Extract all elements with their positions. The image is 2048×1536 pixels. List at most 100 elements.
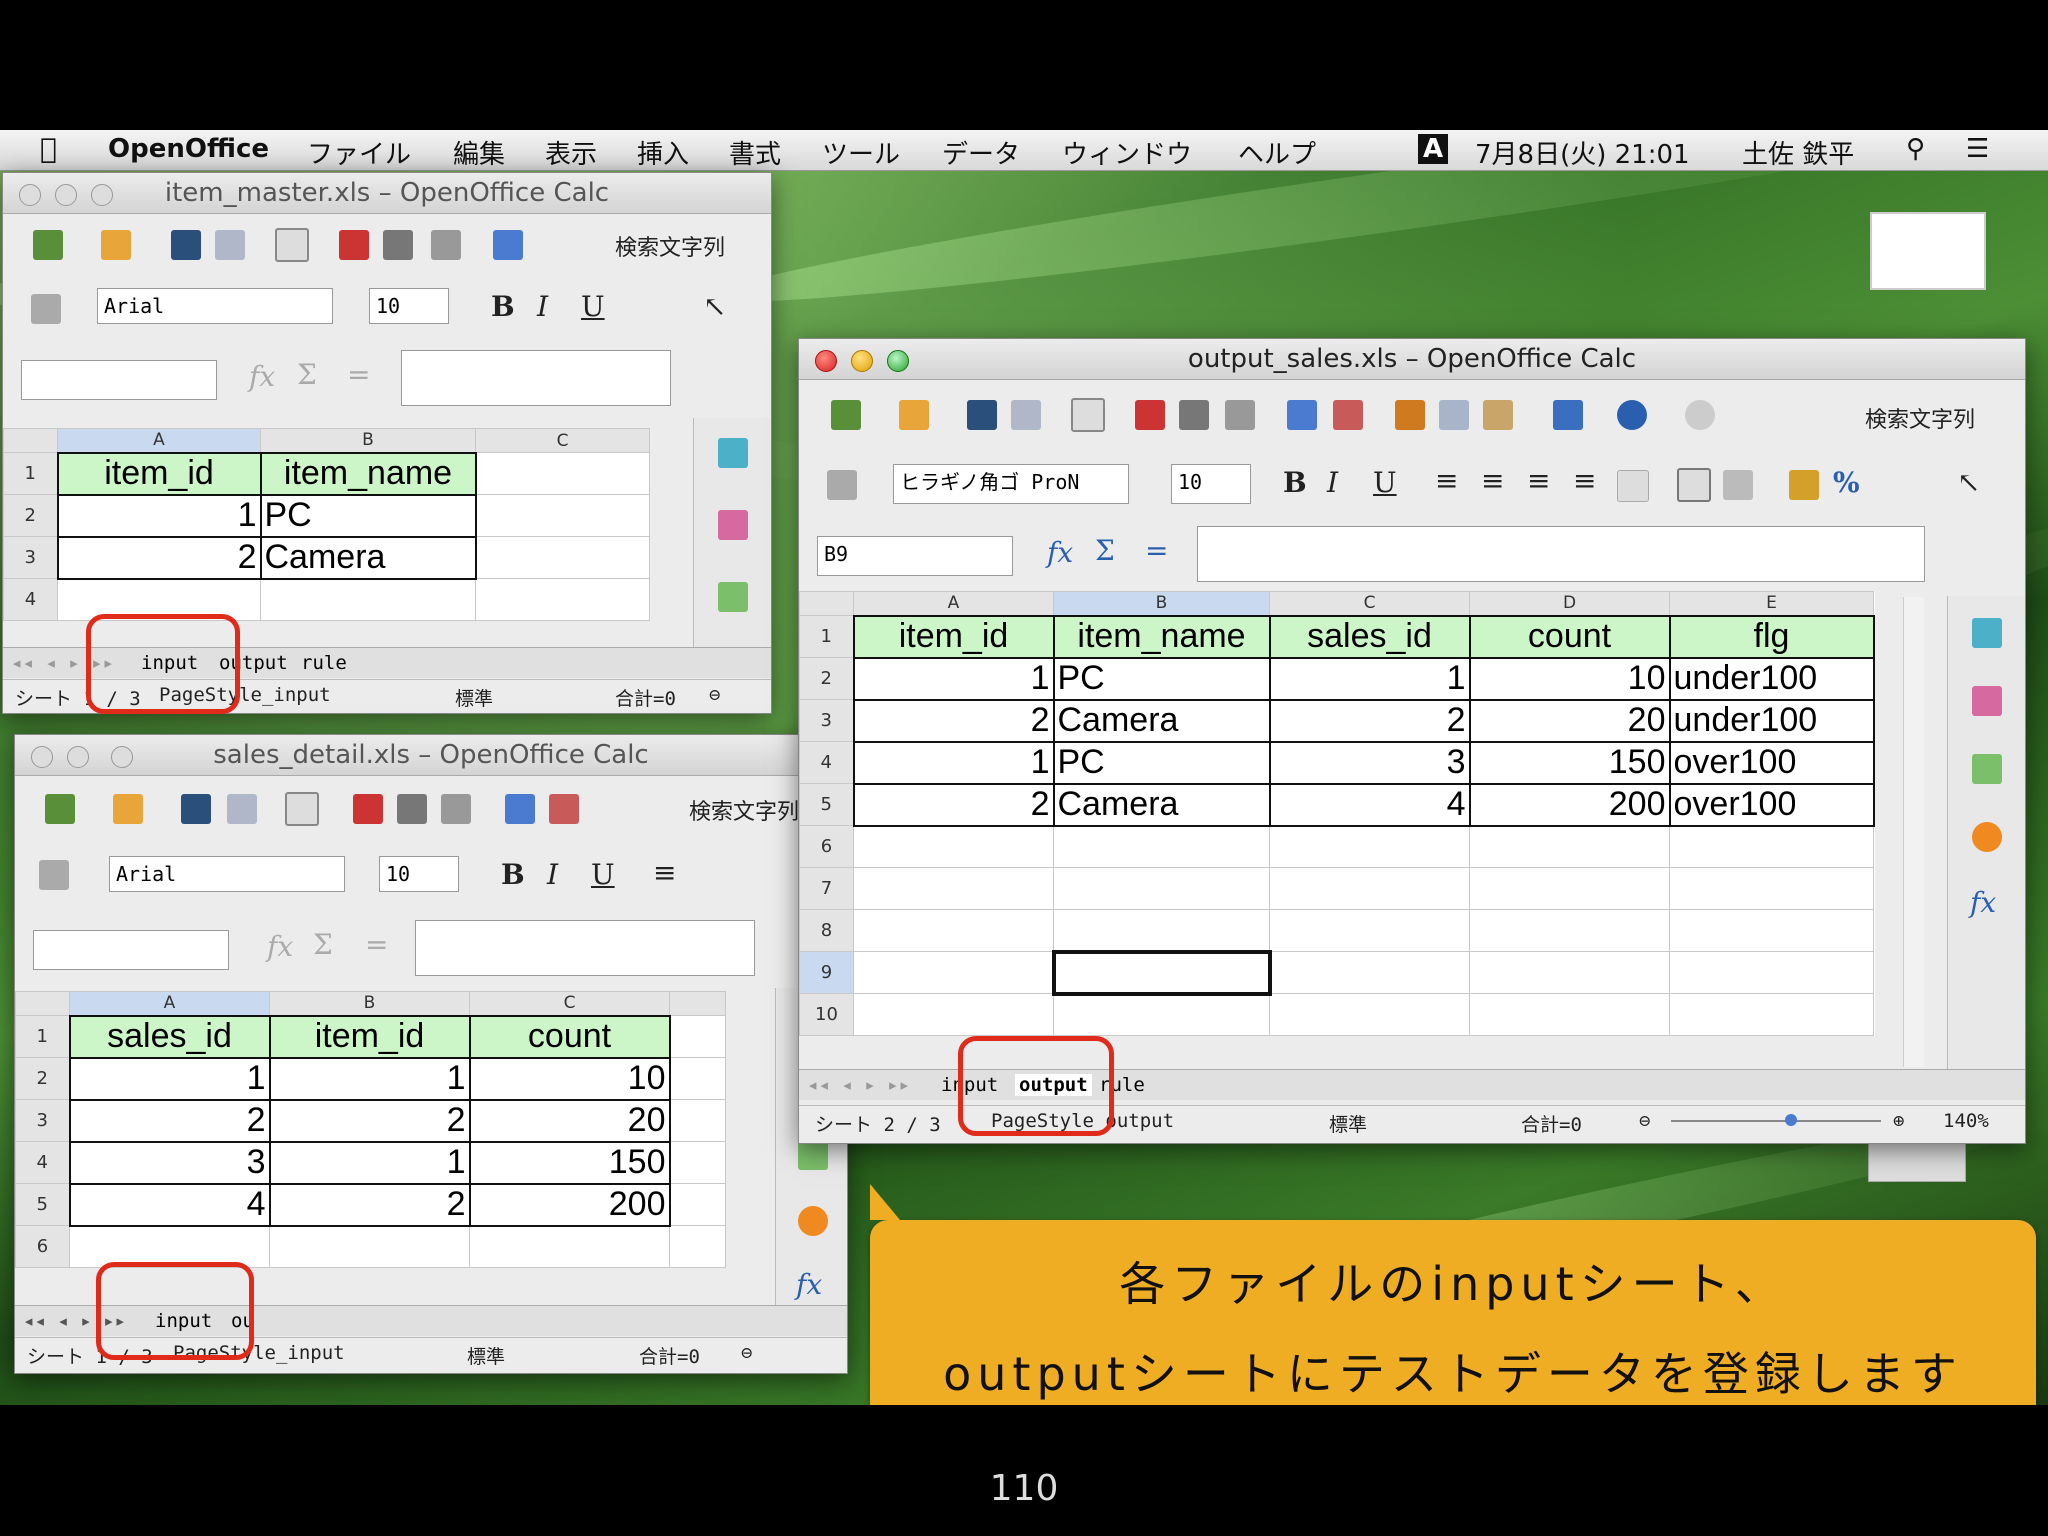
gallery-icon[interactable] [718, 582, 748, 612]
formula-input[interactable] [415, 920, 755, 976]
cell[interactable]: item_name [259, 451, 477, 496]
cell[interactable] [1469, 867, 1670, 910]
gallery-icon[interactable] [1972, 754, 2002, 784]
italic-button[interactable]: I [537, 290, 548, 323]
col-header[interactable]: A [57, 428, 261, 453]
row-header[interactable]: 1 [799, 615, 854, 658]
cell[interactable]: PC [259, 493, 477, 538]
font-name-box[interactable]: ヒラギノ角ゴ ProN [893, 464, 1129, 504]
row-header[interactable]: 5 [15, 1183, 70, 1226]
input-method-indicator[interactable]: A [1418, 134, 1449, 164]
corner-cell[interactable] [3, 428, 58, 453]
row-header[interactable]: 4 [799, 741, 854, 784]
function-wizard-icon[interactable]: fx [1047, 536, 1073, 569]
cell[interactable] [1053, 909, 1270, 952]
print-icon[interactable] [397, 794, 427, 824]
sum-icon[interactable]: Σ [297, 358, 317, 391]
menu-file[interactable]: ファイル [307, 134, 411, 171]
spellcheck-icon[interactable] [1287, 400, 1317, 430]
edit-mode-icon[interactable] [275, 228, 309, 262]
cell[interactable] [1269, 867, 1470, 910]
cell[interactable] [475, 536, 650, 579]
menubar-user[interactable]: 土佐 鉄平 [1742, 134, 1854, 171]
cell[interactable] [1053, 825, 1270, 868]
styles-icon[interactable] [31, 294, 61, 324]
row-header[interactable]: 3 [15, 1099, 70, 1142]
spellcheck-icon[interactable] [505, 794, 535, 824]
autospellcheck-icon[interactable] [549, 794, 579, 824]
row-header[interactable]: 2 [3, 494, 58, 537]
row-header[interactable]: 7 [799, 867, 854, 910]
row-header[interactable]: 1 [3, 452, 58, 495]
cell[interactable] [475, 494, 650, 537]
cut-icon[interactable] [1395, 400, 1425, 430]
cell[interactable] [853, 951, 1054, 994]
row-header[interactable]: 4 [3, 578, 58, 621]
cell[interactable] [469, 1225, 670, 1268]
vertical-align-icon[interactable] [1723, 470, 1753, 500]
cell[interactable]: item_name [1052, 614, 1271, 659]
print-icon[interactable] [1179, 400, 1209, 430]
apple-icon[interactable]:  [40, 132, 57, 165]
cell[interactable]: 200 [468, 1182, 671, 1227]
menu-view[interactable]: 表示 [545, 134, 597, 171]
cell[interactable]: 2 [268, 1098, 471, 1143]
sum-icon[interactable]: Σ [313, 928, 333, 961]
tab-nav-buttons[interactable]: ◂◂ ◂ ▸ ▸▸ [807, 1074, 910, 1096]
cell[interactable]: item_id [56, 451, 262, 496]
row-header[interactable]: 9 [799, 951, 854, 994]
cell[interactable]: 150 [468, 1140, 671, 1185]
gallery-icon[interactable] [798, 1140, 828, 1170]
font-size-box[interactable]: 10 [1171, 464, 1251, 504]
save-icon[interactable] [967, 400, 997, 430]
formula-equals-icon[interactable]: = [1145, 534, 1168, 567]
menu-insert[interactable]: 挿入 [637, 134, 689, 171]
bold-button[interactable]: B [1283, 466, 1307, 499]
bold-button[interactable]: B [501, 858, 525, 891]
row-header[interactable]: 10 [799, 993, 854, 1036]
cell[interactable] [475, 452, 650, 495]
cell[interactable]: over100 [1668, 740, 1875, 785]
zoom-out-icon[interactable]: ⊖ [741, 1342, 752, 1364]
cell[interactable]: 2 [68, 1098, 271, 1143]
find-text-label[interactable]: 検索文字列 [615, 230, 725, 262]
col-header[interactable] [669, 991, 726, 1016]
cell[interactable]: Camera [1052, 698, 1271, 743]
undo-icon[interactable] [1617, 400, 1647, 430]
cell[interactable] [1053, 867, 1270, 910]
cell[interactable] [1669, 993, 1874, 1036]
formula-input[interactable] [1197, 526, 1925, 582]
cell[interactable] [853, 825, 1054, 868]
currency-format-icon[interactable] [1789, 470, 1819, 500]
col-header[interactable]: C [475, 428, 650, 453]
zoom-in-icon[interactable]: ⊕ [1893, 1110, 1904, 1132]
cell[interactable]: count [1468, 614, 1671, 659]
row-header[interactable]: 3 [3, 536, 58, 579]
find-text-label[interactable]: 検索文字列 [1865, 402, 1975, 434]
cell[interactable]: sales_id [1268, 614, 1471, 659]
edit-mode-icon[interactable] [1071, 398, 1105, 432]
cell[interactable]: 1 [1268, 656, 1471, 701]
col-header[interactable]: C [1269, 591, 1470, 616]
copy-icon[interactable] [1439, 400, 1469, 430]
name-box[interactable] [33, 930, 229, 970]
cell[interactable]: 1 [68, 1056, 271, 1101]
cell[interactable] [669, 1015, 726, 1058]
align-center-icon[interactable]: ≡ [1481, 464, 1504, 497]
cell[interactable]: 10 [468, 1056, 671, 1101]
styles-icon[interactable] [39, 860, 69, 890]
italic-button[interactable]: I [547, 858, 558, 891]
menu-window[interactable]: ウィンドウ [1062, 134, 1192, 171]
cell[interactable] [475, 578, 650, 621]
corner-cell[interactable] [799, 591, 854, 616]
zoom-slider[interactable] [1671, 1120, 1881, 1122]
export-pdf-icon[interactable] [353, 794, 383, 824]
cell[interactable]: under100 [1668, 698, 1875, 743]
tab-rule[interactable]: rule [301, 652, 347, 674]
align-left-icon[interactable]: ≡ [1435, 464, 1458, 497]
cell[interactable]: sales_id [68, 1014, 271, 1059]
notification-list-icon[interactable]: ☰ [1966, 134, 1989, 164]
cell[interactable]: 3 [68, 1140, 271, 1185]
functions-icon[interactable]: fx [1970, 886, 1996, 919]
cell[interactable] [1269, 909, 1470, 952]
